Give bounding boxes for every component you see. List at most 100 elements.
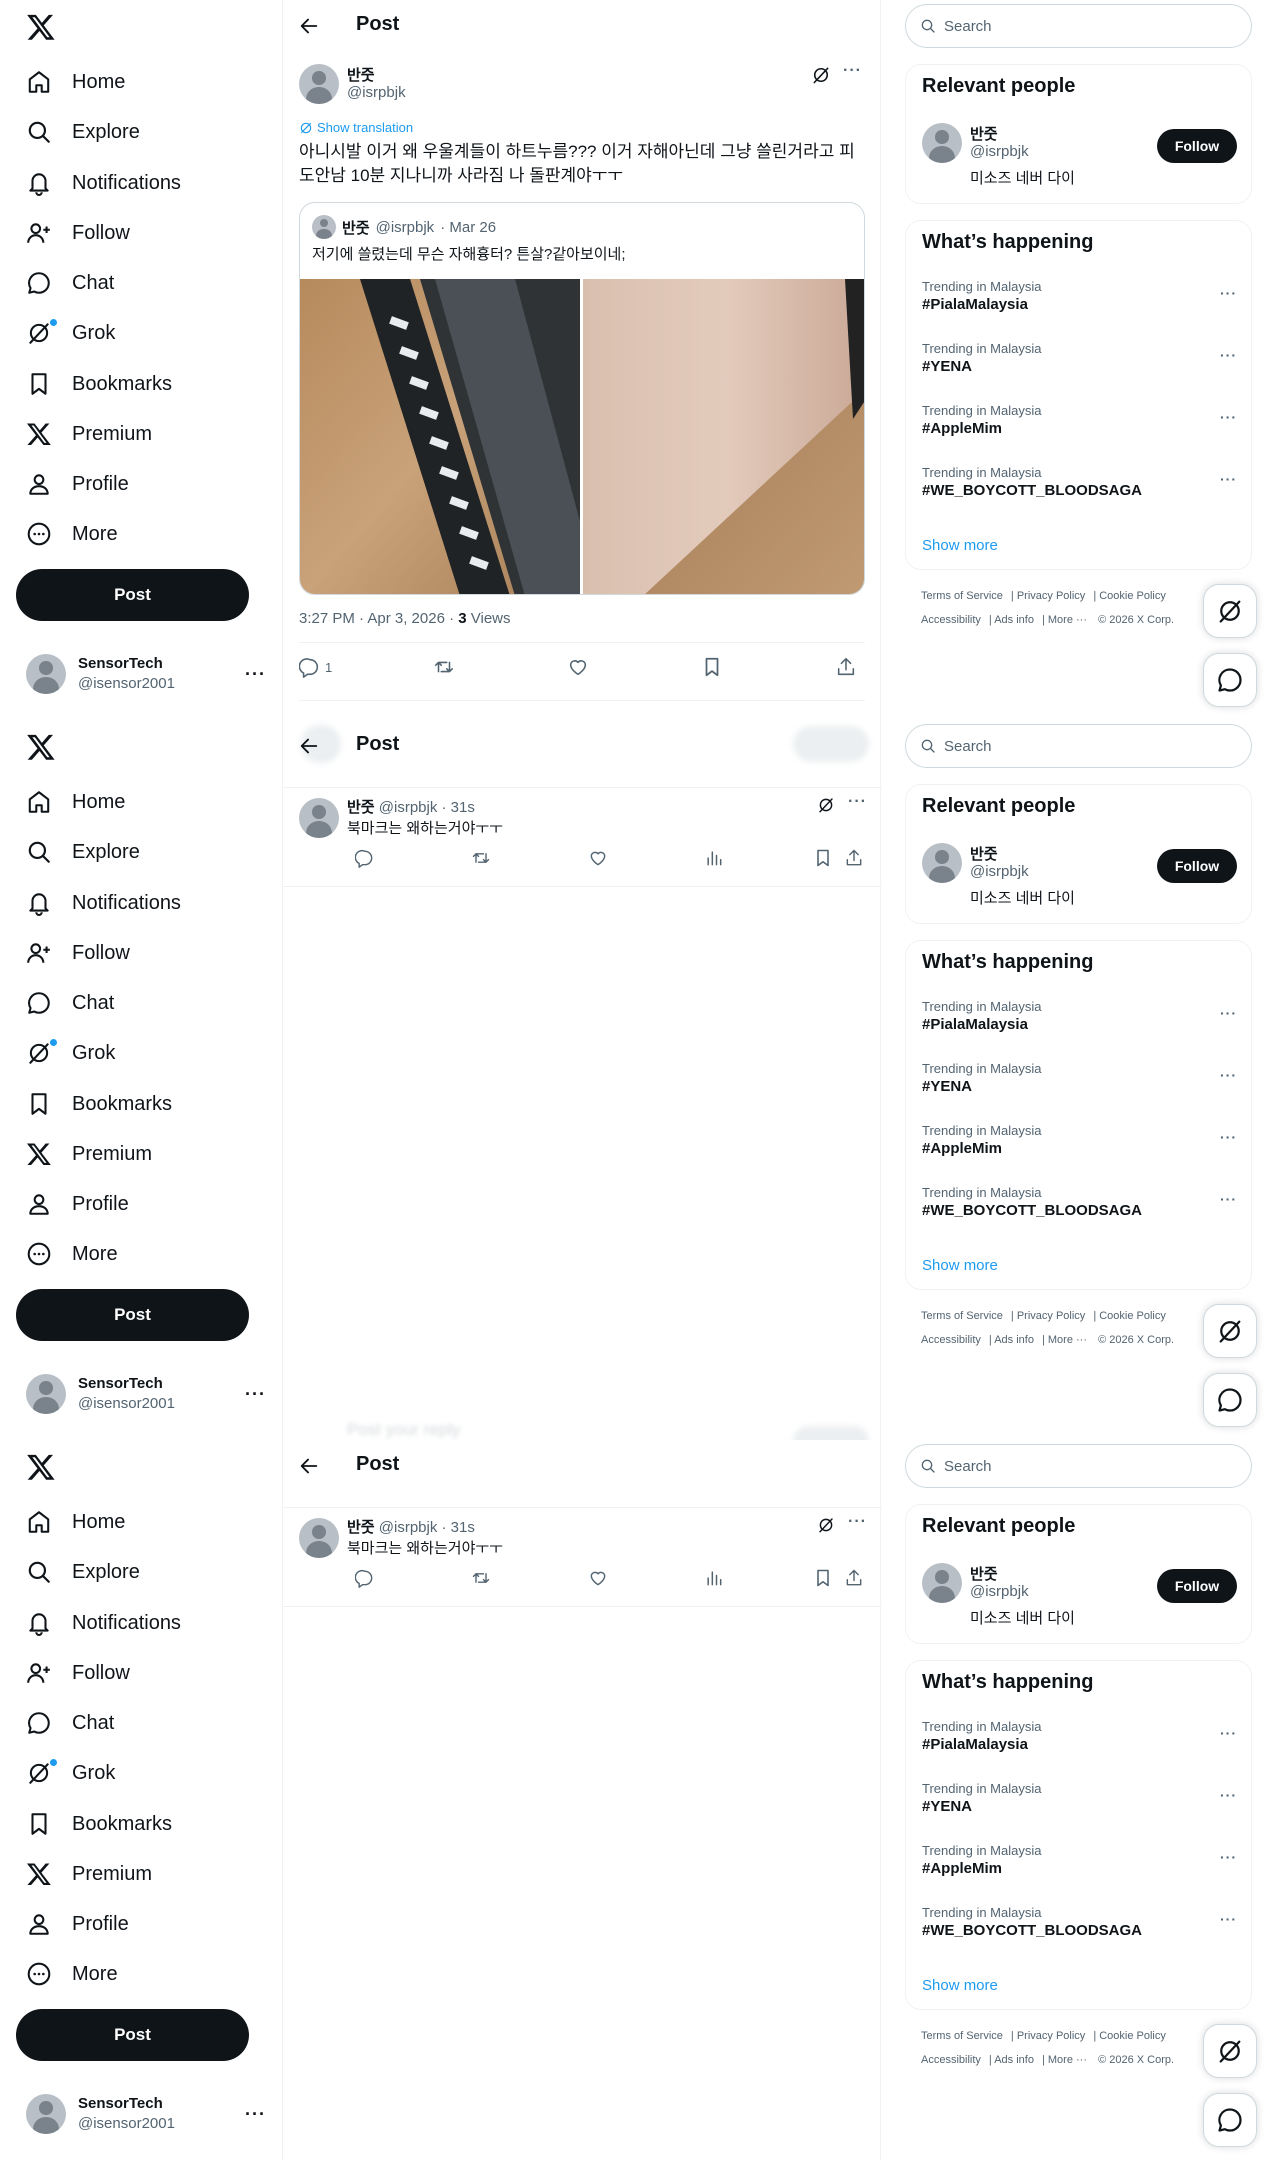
cookie-link[interactable]: Cookie Policy [1099, 2030, 1166, 2042]
cookie-link[interactable]: Cookie Policy [1099, 1310, 1166, 1322]
trend-item[interactable]: Trending in Malaysia #AppleMim ··· [922, 1123, 1237, 1167]
reply-tweet[interactable]: 반줏 @isrpbjk · 31s ··· 북마크는 왜하는거야ㅜㅜ [283, 1507, 882, 1607]
nav-explore[interactable]: Explore [26, 834, 140, 870]
follow-button[interactable]: Follow [1157, 849, 1237, 883]
avatar[interactable] [299, 64, 339, 104]
person-handle[interactable]: @isrpbjk [970, 1583, 1029, 1600]
accessibility-link[interactable]: Accessibility [921, 614, 981, 626]
nav-follow[interactable]: Follow [26, 215, 130, 251]
nav-more[interactable]: More [26, 1956, 118, 1992]
terms-link[interactable]: Terms of Service [921, 1310, 1003, 1322]
follow-button[interactable]: Follow [1157, 1569, 1237, 1603]
retweet-button[interactable] [433, 656, 455, 678]
ads-link[interactable]: Ads info [994, 1334, 1034, 1346]
trend-item[interactable]: Trending in Malaysia #YENA ··· [922, 341, 1237, 385]
trend-item[interactable]: Trending in Malaysia #WE_BOYCOTT_BLOODSAG… [922, 465, 1237, 509]
chat-fab[interactable] [1203, 653, 1257, 707]
back-arrow-icon[interactable] [298, 1455, 320, 1477]
more-options-icon[interactable]: ··· [1220, 1725, 1237, 1741]
bookmark-icon[interactable] [813, 848, 833, 868]
reply-icon[interactable] [355, 848, 375, 868]
nav-home[interactable]: Home [26, 784, 125, 820]
heart-icon[interactable] [588, 1568, 608, 1588]
more-options-icon[interactable]: ··· [1220, 347, 1237, 363]
privacy-link[interactable]: Privacy Policy [1017, 590, 1085, 602]
stats-icon[interactable] [704, 848, 724, 868]
trend-item[interactable]: Trending in Malaysia #PialaMalaysia ··· [922, 999, 1237, 1043]
show-more-link[interactable]: Show more [922, 1977, 998, 1994]
nav-bookmarks[interactable]: Bookmarks [26, 1086, 172, 1122]
nav-more[interactable]: More [26, 516, 118, 552]
nav-profile[interactable]: Profile [26, 1186, 129, 1222]
like-button[interactable] [567, 656, 589, 678]
more-options-icon[interactable]: ··· [843, 62, 862, 80]
more-options-icon[interactable]: ··· [1220, 1067, 1237, 1083]
nav-bookmarks[interactable]: Bookmarks [26, 1806, 172, 1842]
person-name[interactable]: 반줏 [970, 123, 998, 144]
more-options-icon[interactable]: ··· [1220, 1911, 1237, 1927]
bookmark-button[interactable] [701, 656, 723, 678]
more-link[interactable]: More ··· [1048, 614, 1087, 626]
nav-profile[interactable]: Profile [26, 1906, 129, 1942]
trend-item[interactable]: Trending in Malaysia #AppleMim ··· [922, 403, 1237, 447]
show-more-link[interactable]: Show more [922, 1257, 998, 1274]
trend-item[interactable]: Trending in Malaysia #WE_BOYCOTT_BLOODSAG… [922, 1185, 1237, 1229]
trend-item[interactable]: Trending in Malaysia #PialaMalaysia ··· [922, 1719, 1237, 1763]
more-options-icon[interactable]: ··· [1220, 471, 1237, 487]
quoted-tweet[interactable]: 반줏 @isrpbjk · Mar 26 저기에 쓸렸는데 무슨 자해흉터? 튼… [299, 202, 865, 595]
grok-icon[interactable] [811, 65, 831, 85]
nav-home[interactable]: Home [26, 64, 125, 100]
nav-follow[interactable]: Follow [26, 935, 130, 971]
heart-icon[interactable] [588, 848, 608, 868]
grok-icon[interactable] [817, 796, 835, 814]
more-options-icon[interactable]: ··· [848, 793, 867, 811]
x-logo-icon[interactable] [26, 1452, 56, 1482]
bookmark-icon[interactable] [813, 1568, 833, 1588]
stats-icon[interactable] [704, 1568, 724, 1588]
follow-button[interactable]: Follow [1157, 129, 1237, 163]
post-button[interactable]: Post [16, 2009, 249, 2061]
accessibility-link[interactable]: Accessibility [921, 2054, 981, 2066]
trend-item[interactable]: Trending in Malaysia #YENA ··· [922, 1061, 1237, 1105]
more-link[interactable]: More ··· [1048, 1334, 1087, 1346]
terms-link[interactable]: Terms of Service [921, 2030, 1003, 2042]
nav-chat[interactable]: Chat [26, 265, 114, 301]
reply-button[interactable]: 1 [299, 656, 332, 678]
retweet-icon[interactable] [471, 848, 491, 868]
nav-chat[interactable]: Chat [26, 985, 114, 1021]
account-switcher[interactable]: SensorTech @isensor2001 ··· [26, 2092, 266, 2136]
post-button[interactable]: Post [16, 569, 249, 621]
search-input[interactable]: Search [905, 4, 1252, 48]
trend-item[interactable]: Trending in Malaysia #YENA ··· [922, 1781, 1237, 1825]
accessibility-link[interactable]: Accessibility [921, 1334, 981, 1346]
nav-notifications[interactable]: Notifications [26, 1605, 181, 1641]
trend-item[interactable]: Trending in Malaysia #AppleMim ··· [922, 1843, 1237, 1887]
more-options-icon[interactable]: ··· [1220, 409, 1237, 425]
chat-fab[interactable] [1203, 2093, 1257, 2147]
trend-item[interactable]: Trending in Malaysia #WE_BOYCOTT_BLOODSAG… [922, 1905, 1237, 1949]
person-name[interactable]: 반줏 [970, 1563, 998, 1584]
ads-link[interactable]: Ads info [994, 2054, 1034, 2066]
share-icon[interactable] [844, 1568, 864, 1588]
nav-follow[interactable]: Follow [26, 1655, 130, 1691]
account-switcher[interactable]: SensorTech @isensor2001 ··· [26, 1372, 266, 1416]
post-button[interactable]: Post [16, 1289, 249, 1341]
privacy-link[interactable]: Privacy Policy [1017, 2030, 1085, 2042]
quote-image-arm[interactable] [583, 279, 864, 594]
more-options-icon[interactable]: ··· [1220, 1005, 1237, 1021]
grok-fab[interactable] [1203, 584, 1257, 638]
avatar[interactable] [922, 843, 962, 883]
nav-chat[interactable]: Chat [26, 1705, 114, 1741]
more-link[interactable]: More ··· [1048, 2054, 1087, 2066]
nav-profile[interactable]: Profile [26, 466, 129, 502]
cookie-link[interactable]: Cookie Policy [1099, 590, 1166, 602]
more-options-icon[interactable]: ··· [1220, 1787, 1237, 1803]
x-logo-icon[interactable] [26, 12, 56, 42]
reply-tweet[interactable]: 반줏 @isrpbjk · 31s ··· 북마크는 왜하는거야ㅜㅜ [283, 787, 882, 887]
nav-explore[interactable]: Explore [26, 114, 140, 150]
more-options-icon[interactable]: ··· [848, 1513, 867, 1531]
reply-icon[interactable] [355, 1568, 375, 1588]
more-options-icon[interactable]: ··· [1220, 1129, 1237, 1145]
retweet-icon[interactable] [471, 1568, 491, 1588]
nav-home[interactable]: Home [26, 1504, 125, 1540]
